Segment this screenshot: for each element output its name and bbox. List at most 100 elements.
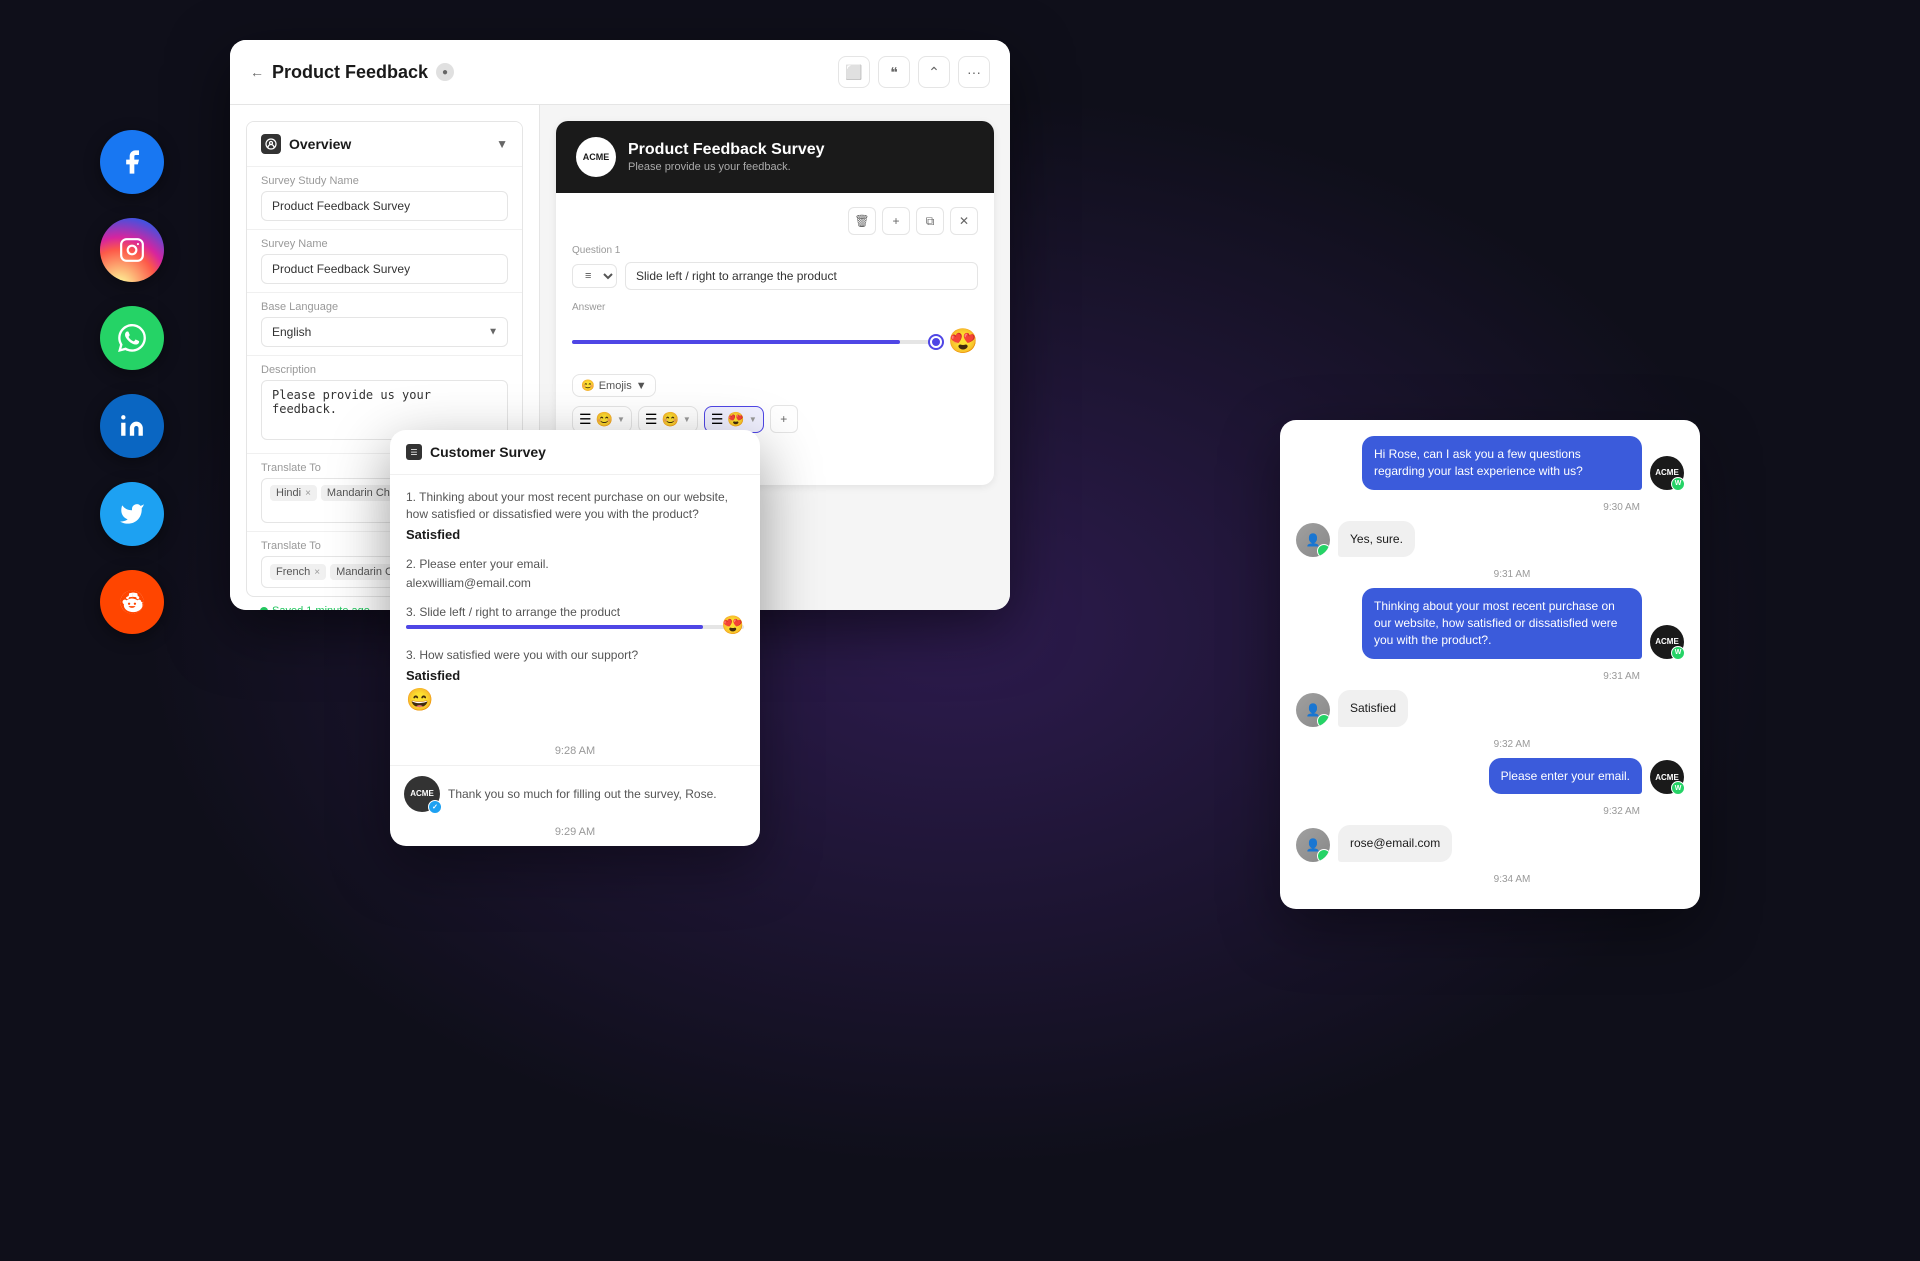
add-question-toolbar-btn[interactable]: + <box>882 207 910 235</box>
wa-msg-1: ACME W Hi Rose, can I ask you a few ques… <box>1296 436 1684 490</box>
back-button[interactable]: ← <box>250 64 264 80</box>
survey-preview-title: Product Feedback Survey <box>628 141 825 159</box>
survey-name-label: Survey Name <box>261 238 508 250</box>
twitter-icon[interactable] <box>100 482 164 546</box>
wa-msg-5: ACME W Please enter your email. <box>1296 758 1684 795</box>
emoji-options-row: ☰ 😊 ▼ ☰ 😊 ▼ ☰ 😍 ▼ + <box>572 405 978 433</box>
emoji-option-2[interactable]: ☰ 😊 ▼ <box>638 406 698 433</box>
wa-time-3: 9:31 AM <box>1296 671 1684 682</box>
survey-study-name-group: Survey Study Name <box>247 166 522 229</box>
overview-title: Overview <box>289 136 351 152</box>
answer-label: Answer <box>572 302 978 313</box>
survey-q4-emoji: 😄 <box>406 687 744 713</box>
question-text-input[interactable] <box>625 262 978 290</box>
chat-survey-timestamp: 9:28 AM <box>390 741 760 765</box>
survey-q3-text: 3. Slide left / right to arrange the pro… <box>406 604 744 621</box>
panel-header: ← Product Feedback ● ⬜ ❝ ⌃ ··· <box>230 40 1010 105</box>
remove-hindi-btn[interactable]: × <box>305 488 311 499</box>
survey-name-input[interactable] <box>261 254 508 284</box>
chevron-down-icon: ▼ <box>496 137 508 151</box>
survey-q4-answer: Satisfied <box>406 668 744 683</box>
wa-bubble-3: Thinking about your most recent purchase… <box>1362 588 1642 658</box>
emoji-2-chevron-icon: ▼ <box>683 415 691 424</box>
whatsapp-chat-panel: ACME W Hi Rose, can I ask you a few ques… <box>1280 420 1700 909</box>
survey-slider-mini: 😍 <box>406 625 744 629</box>
survey-q1-answer: Satisfied <box>406 527 744 542</box>
quote-icon-btn[interactable]: ❝ <box>878 56 910 88</box>
wa-msg-3: ACME W Thinking about your most recent p… <box>1296 588 1684 658</box>
remove-french-2-btn[interactable]: × <box>314 567 320 578</box>
base-language-select-wrapper: English French Spanish ▼ <box>261 317 508 347</box>
base-language-select[interactable]: English French Spanish <box>261 317 508 347</box>
share-icon-btn[interactable]: ⌃ <box>918 56 950 88</box>
slider-thumb <box>930 336 942 348</box>
survey-study-input[interactable] <box>261 191 508 221</box>
survey-study-label: Survey Study Name <box>261 175 508 187</box>
remove-question-btn[interactable]: ✕ <box>950 207 978 235</box>
acme-wa-avatar-1: ACME W <box>1650 456 1684 490</box>
preview-icon-btn[interactable]: ⬜ <box>838 56 870 88</box>
wa-msg-2: 👤 Yes, sure. <box>1296 521 1684 558</box>
slider-track <box>572 340 936 344</box>
whatsapp-icon[interactable] <box>100 306 164 370</box>
base-language-label: Base Language <box>261 301 508 313</box>
linkedin-icon[interactable] <box>100 394 164 458</box>
survey-name-group: Survey Name <box>247 229 522 292</box>
emoji-3: 😍 <box>727 411 744 428</box>
wa-avatar-6: 👤 <box>1296 828 1330 862</box>
survey-preview-subtitle: Please provide us your feedback. <box>628 161 825 173</box>
acme-footer-avatar: ACME ✓ <box>404 776 440 812</box>
panel-title: Product Feedback <box>272 62 428 83</box>
emoji-option-1[interactable]: ☰ 😊 ▼ <box>572 406 632 433</box>
emojis-icon: 😊 <box>581 379 595 392</box>
wa-badge-4 <box>1317 714 1330 727</box>
survey-q2-answer: alexwilliam@email.com <box>406 576 744 590</box>
panel-header-left: ← Product Feedback ● <box>250 62 454 83</box>
facebook-icon[interactable] <box>100 130 164 194</box>
overview-icon <box>261 134 281 154</box>
customer-survey-panel: ☰ Customer Survey 1. Thinking about your… <box>390 430 760 846</box>
acme-wa-avatar-5: ACME W <box>1650 760 1684 794</box>
instagram-icon[interactable] <box>100 218 164 282</box>
base-language-group: Base Language English French Spanish ▼ <box>247 292 522 355</box>
panel-header-right: ⬜ ❝ ⌃ ··· <box>838 56 990 88</box>
more-icon-btn[interactable]: ··· <box>958 56 990 88</box>
emojis-chevron-icon: ▼ <box>636 380 647 392</box>
overview-header[interactable]: Overview ▼ <box>247 122 522 166</box>
acme-badge-icon: ✓ <box>428 800 442 814</box>
survey-slider-emoji: 😍 <box>722 615 744 636</box>
wa-time-4: 9:32 AM <box>1296 739 1684 750</box>
delete-question-btn[interactable]: 🗑 <box>848 207 876 235</box>
wa-bubble-4: Satisfied <box>1338 690 1408 727</box>
whatsapp-badge-1: W <box>1671 477 1685 491</box>
tag-french-2: French × <box>270 564 326 580</box>
reddit-icon[interactable] <box>100 570 164 634</box>
info-icon[interactable]: ● <box>436 63 454 81</box>
whatsapp-badge-3: W <box>1671 646 1685 660</box>
question-type-select[interactable]: ≡ <box>572 264 617 288</box>
slider-container: 😍 <box>572 319 978 364</box>
wa-bubble-5: Please enter your email. <box>1489 758 1642 795</box>
whatsapp-badge-5: W <box>1671 781 1685 795</box>
duplicate-question-btn[interactable]: ⧉ <box>916 207 944 235</box>
acme-logo: ACME <box>576 137 616 177</box>
emojis-label: Emojis <box>599 380 632 392</box>
emoji-3-chevron-icon: ▼ <box>749 415 757 424</box>
survey-q2: 2. Please enter your email. alexwilliam@… <box>406 556 744 591</box>
chat-survey-header: ☰ Customer Survey <box>390 430 760 475</box>
survey-preview-header: ACME Product Feedback Survey Please prov… <box>556 121 994 193</box>
wa-avatar-4: 👤 <box>1296 693 1330 727</box>
survey-q1: 1. Thinking about your most recent purch… <box>406 489 744 542</box>
wa-badge-2 <box>1317 544 1330 557</box>
emoji-reaction: 😍 <box>948 327 978 356</box>
wa-time-1: 9:30 AM <box>1296 502 1684 513</box>
wa-msg-4: 👤 Satisfied <box>1296 690 1684 727</box>
emojis-dropdown-btn[interactable]: 😊 Emojis ▼ <box>572 374 656 397</box>
survey-q1-text: 1. Thinking about your most recent purch… <box>406 489 744 523</box>
wa-bubble-6: rose@email.com <box>1338 825 1452 862</box>
emoji-option-3[interactable]: ☰ 😍 ▼ <box>704 406 764 433</box>
saved-dot <box>260 607 268 610</box>
chat-footer-text: Thank you so much for filling out the su… <box>448 787 746 801</box>
wa-time-5: 9:32 AM <box>1296 806 1684 817</box>
add-emoji-btn[interactable]: + <box>770 405 798 433</box>
